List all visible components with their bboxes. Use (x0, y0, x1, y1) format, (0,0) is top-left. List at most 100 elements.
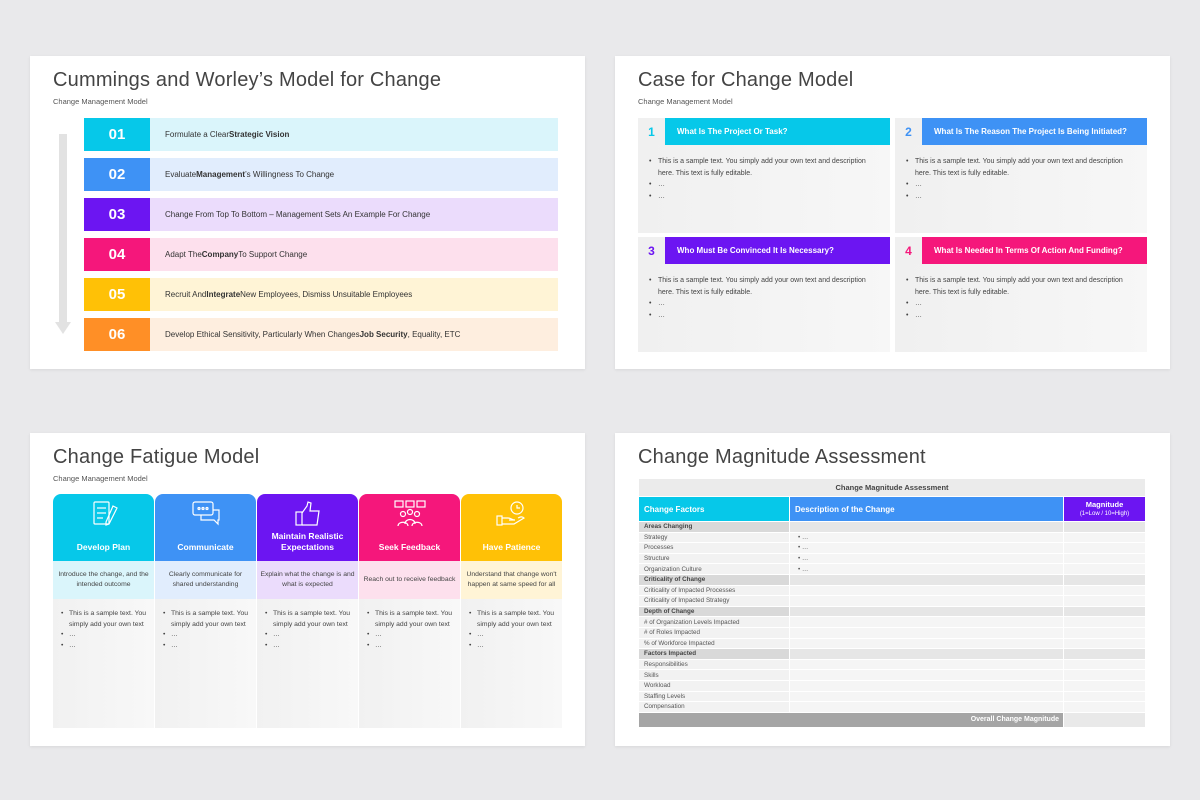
fatigue-column[interactable]: Seek Feedback Reach out to receive feedba… (359, 494, 460, 728)
step-row[interactable]: 01 Formulate a Clear Strategic Vision (84, 118, 558, 151)
description-cell[interactable] (789, 637, 1064, 650)
magnitude-cell[interactable] (1063, 584, 1146, 597)
case-box[interactable]: 4 What Is Needed In Terms Of Action And F… (895, 237, 1147, 352)
step-text-post: ’s Willingness To Change (245, 170, 335, 179)
magnitude-cell[interactable] (1063, 531, 1146, 544)
step-text-post: , Equality, ETC (407, 330, 461, 339)
step-row[interactable]: 05 Recruit And Integrate New Employees, D… (84, 278, 558, 311)
magnitude-cell[interactable] (1063, 648, 1146, 660)
description-cell[interactable] (789, 690, 1064, 703)
slide-subtitle: Change Management Model (638, 97, 733, 106)
step-row[interactable]: 06 Develop Ethical Sensitivity, Particula… (84, 318, 558, 351)
step-text-pre: Evaluate (165, 170, 197, 179)
description-cell[interactable] (789, 679, 1064, 692)
column-header: Seek Feedback (359, 494, 460, 561)
magnitude-cell[interactable] (1063, 573, 1146, 586)
bullet-list: This is a sample text. You simply add yo… (469, 609, 556, 651)
step-text: Develop Ethical Sensitivity, Particularl… (150, 318, 558, 351)
case-body: This is a sample text. You simply add yo… (903, 156, 1137, 202)
description-cell[interactable]: • … (789, 552, 1064, 565)
table-row: Workload (638, 679, 1146, 692)
factor-label: Structure (638, 552, 790, 565)
column-body: This is a sample text. You simply add yo… (155, 599, 256, 728)
column-description: Clearly communicate for shared understan… (155, 561, 256, 599)
step-row[interactable]: 04 Adapt The Company To Support Change (84, 238, 558, 271)
step-number: 02 (84, 158, 150, 191)
step-text: Formulate a Clear Strategic Vision (150, 118, 558, 151)
case-box[interactable]: 3Who Must Be Convinced It Is Necessary? T… (638, 237, 890, 352)
step-text-post: To Support Change (238, 250, 308, 259)
description-cell[interactable] (789, 701, 1064, 713)
magnitude-cell[interactable] (1063, 616, 1146, 628)
step-text-bold: Integrate (206, 290, 241, 299)
magnitude-cell[interactable] (1063, 669, 1146, 681)
magnitude-cell[interactable] (1063, 637, 1146, 650)
description-cell[interactable] (789, 648, 1064, 660)
case-number: 2 (895, 118, 922, 145)
step-row[interactable]: 03 Change From Top To Bottom – Management… (84, 198, 558, 231)
magnitude-cell[interactable] (1063, 679, 1146, 692)
slide-change-fatigue[interactable]: Change Fatigue Model Change Management M… (30, 433, 585, 746)
step-text-pre: Recruit And (165, 290, 207, 299)
slide-title: Case for Change Model (638, 69, 854, 91)
description-cell[interactable] (789, 658, 1064, 671)
magnitude-cell[interactable] (1063, 690, 1146, 703)
magnitude-cell[interactable] (1063, 521, 1146, 533)
description-cell[interactable] (789, 584, 1064, 597)
table-row: Criticality of Impacted Processes (638, 584, 1146, 597)
case-box[interactable]: 1What Is The Project Or Task? This is a s… (638, 118, 890, 233)
fatigue-column[interactable]: Maintain Realistic Expectations Explain w… (257, 494, 358, 728)
description-cell[interactable] (789, 521, 1064, 533)
slide-cummings-worley[interactable]: Cummings and Worley’s Model for Change C… (30, 56, 585, 369)
magnitude-cell[interactable] (1063, 605, 1146, 618)
case-number: 1 (638, 118, 665, 145)
fatigue-column[interactable]: Have Patience Understand that change won'… (461, 494, 562, 728)
factor-label: Compensation (638, 701, 790, 713)
magnitude-cell[interactable] (1063, 595, 1146, 607)
description-cell[interactable] (789, 626, 1064, 639)
magnitude-cell[interactable] (1063, 658, 1146, 671)
table-section-row: Criticality of Change (638, 573, 1146, 586)
step-text-post: New Employees, Dismiss Unsuitable Employ… (240, 290, 413, 299)
bullet-item: … (646, 310, 880, 322)
description-cell[interactable]: • … (789, 563, 1064, 575)
slide-title: Cummings and Worley’s Model for Change (53, 69, 442, 91)
step-text: Evaluate Management’s Willingness To Cha… (150, 158, 558, 191)
overall-magnitude-value[interactable] (1063, 711, 1146, 728)
slide-case-for-change[interactable]: Case for Change Model Change Management … (615, 56, 1170, 369)
table-row: Staffing Levels (638, 690, 1146, 703)
step-text-bold: Company (201, 250, 239, 259)
description-cell[interactable] (789, 595, 1064, 607)
factor-label: Processes (638, 542, 790, 554)
fatigue-column[interactable]: Communicate Clearly communicate for share… (155, 494, 256, 728)
description-cell[interactable]: • … (789, 531, 1064, 544)
description-cell[interactable] (789, 573, 1064, 586)
bullet-item: … (163, 630, 250, 641)
magnitude-cell[interactable] (1063, 626, 1146, 639)
magnitude-cell[interactable] (1063, 552, 1146, 565)
description-cell[interactable] (789, 616, 1064, 628)
description-cell[interactable]: • … (789, 542, 1064, 554)
step-number: 06 (84, 318, 150, 351)
magnitude-cell[interactable] (1063, 563, 1146, 575)
column-description: Understand that change won't happen at s… (461, 561, 562, 599)
bullet-item: … (367, 641, 454, 652)
case-box[interactable]: 2 What Is The Reason The Project Is Being… (895, 118, 1147, 233)
fatigue-column[interactable]: Develop Plan Introduce the change, and th… (53, 494, 154, 728)
bullet-item: This is a sample text. You simply add yo… (646, 275, 880, 298)
bullet-list: This is a sample text. You simply add yo… (61, 609, 148, 651)
bullet-list: This is a sample text. You simply add yo… (646, 156, 880, 202)
bullet-item: This is a sample text. You simply add yo… (163, 609, 250, 630)
slide-change-magnitude[interactable]: Change Magnitude Assessment Change Magni… (615, 433, 1170, 746)
magnitude-cell[interactable] (1063, 542, 1146, 554)
bullet-item: … (265, 641, 352, 652)
description-cell[interactable] (789, 669, 1064, 681)
step-text-pre: Adapt The (165, 250, 202, 259)
description-cell[interactable] (789, 605, 1064, 618)
overall-magnitude-label: Overall Change Magnitude (638, 711, 1064, 728)
step-row[interactable]: 02 Evaluate Management’s Willingness To C… (84, 158, 558, 191)
magnitude-cell[interactable] (1063, 701, 1146, 713)
description-bullet: • … (798, 565, 809, 573)
table-row: Strategy • … (638, 531, 1146, 544)
section-label: Factors Impacted (638, 648, 790, 660)
